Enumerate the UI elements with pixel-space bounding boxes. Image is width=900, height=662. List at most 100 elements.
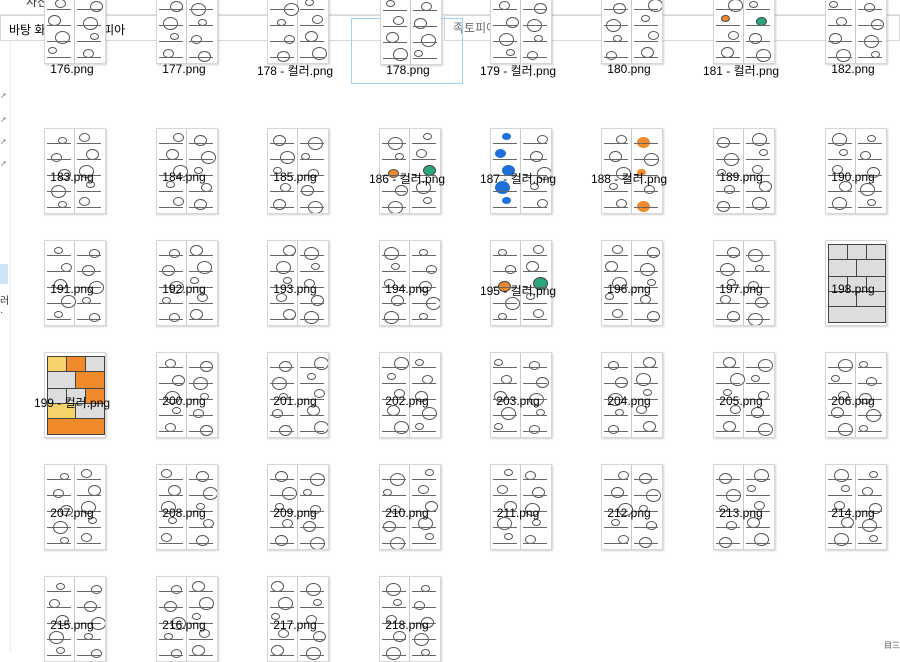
file-item[interactable]: 196.png <box>573 196 685 326</box>
file-item[interactable]: 188 - 컬러.png <box>573 84 685 214</box>
file-item[interactable]: 197.png <box>685 196 797 326</box>
file-item[interactable]: 202.png <box>351 308 463 438</box>
file-item[interactable]: 206.png <box>797 308 900 438</box>
speech-bubble <box>91 585 102 594</box>
panel-line <box>828 191 852 192</box>
speech-bubble <box>414 50 423 57</box>
panel-line <box>300 303 324 304</box>
left-page <box>268 0 299 63</box>
file-item[interactable]: 195 - 컬러.png <box>462 196 574 326</box>
speech-bubble <box>648 0 662 12</box>
file-item[interactable]: 208.png <box>128 420 240 550</box>
file-name: 186 - 컬러.png <box>368 172 446 186</box>
file-name: 178.png <box>386 63 430 77</box>
file-item[interactable]: 217.png <box>239 532 351 662</box>
nav-item-selected[interactable] <box>0 264 8 284</box>
pin-icon[interactable]: ➚ <box>0 160 8 168</box>
file-item[interactable]: 218.png <box>351 532 463 662</box>
panel-line <box>523 271 547 272</box>
thumbnail-image <box>713 0 775 64</box>
speech-bubble <box>416 149 427 158</box>
file-name: 205.png <box>719 394 763 408</box>
file-item[interactable]: 200.png <box>128 308 240 438</box>
file-name: 209.png <box>273 506 317 520</box>
panel-line <box>159 591 183 592</box>
navigation-pane[interactable]: ➚ ➚ ➚ ➚ 러· <box>0 42 11 652</box>
file-item[interactable]: 183.png <box>16 84 128 214</box>
file-item[interactable]: 215.png <box>16 532 128 662</box>
file-item[interactable]: 178 - 컬러.png <box>239 0 351 84</box>
panel-line <box>493 25 517 26</box>
file-item[interactable]: 180.png <box>573 0 685 84</box>
panel-line <box>159 271 183 272</box>
panel-line <box>604 143 628 144</box>
file-item[interactable]: 191.png <box>16 196 128 326</box>
speech-bubble <box>612 245 623 254</box>
panel-line <box>716 159 740 160</box>
speech-bubble <box>497 485 508 494</box>
speech-bubble <box>747 485 756 492</box>
file-item[interactable]: 207.png <box>16 420 128 550</box>
file-item[interactable]: 211.png <box>462 420 574 550</box>
panel-line <box>47 57 71 58</box>
panel-line <box>604 191 628 192</box>
speech-bubble <box>641 15 650 22</box>
panel-line <box>716 271 740 272</box>
panel-line <box>77 591 101 592</box>
file-item[interactable]: 181 - 컬러.png <box>685 0 797 84</box>
speech-bubble <box>640 263 655 276</box>
speech-bubble <box>611 519 620 526</box>
speech-bubble <box>171 585 182 594</box>
file-item[interactable]: 216.png <box>128 532 240 662</box>
file-item[interactable]: 176.png <box>16 0 128 84</box>
file-item[interactable]: 192.png <box>128 196 240 326</box>
panel-line <box>47 255 71 256</box>
file-item[interactable]: 201.png <box>239 308 351 438</box>
nav-item-fragment[interactable]: 러· <box>0 292 10 318</box>
panel-line <box>382 159 406 160</box>
file-item[interactable]: 178.png <box>351 0 463 84</box>
panel-line <box>604 383 628 384</box>
pin-icon[interactable]: ➚ <box>0 138 8 146</box>
view-toggle-icon[interactable]: 目三 <box>884 640 900 651</box>
panel-line <box>523 415 547 416</box>
file-item[interactable]: 210.png <box>351 420 463 550</box>
file-grid[interactable]: 176.png 177.png 178 - 컬러.png 178.png 179 - 컬… <box>12 0 900 662</box>
panel-line <box>746 143 770 144</box>
file-item[interactable]: 214.png <box>797 420 900 550</box>
file-item[interactable]: 177.png <box>128 0 240 84</box>
file-item[interactable]: 190.png <box>797 84 900 214</box>
speech-bubble <box>527 51 538 60</box>
file-item[interactable]: 179 - 컬러.png <box>462 0 574 84</box>
panel-line <box>77 191 101 192</box>
file-item[interactable]: 212.png <box>573 420 685 550</box>
pin-icon[interactable]: ➚ <box>0 116 8 124</box>
file-item[interactable]: 193.png <box>239 196 351 326</box>
file-item[interactable]: 198.png <box>797 196 900 326</box>
panel-line <box>858 367 882 368</box>
file-item[interactable]: 182.png <box>797 0 900 84</box>
file-item[interactable]: 184.png <box>128 84 240 214</box>
file-item[interactable]: 199 - 컬러.png <box>16 308 128 438</box>
file-item[interactable]: 194.png <box>351 196 463 326</box>
panel-line <box>270 383 294 384</box>
panel-line <box>189 57 213 58</box>
panel-line <box>382 383 406 384</box>
file-item[interactable]: 213.png <box>685 420 797 550</box>
file-name: 214.png <box>831 506 875 520</box>
file-item[interactable]: 187 - 컬러.png <box>462 84 574 214</box>
file-item[interactable]: 185.png <box>239 84 351 214</box>
pin-icon[interactable]: ➚ <box>0 92 8 100</box>
file-item[interactable]: 189.png <box>685 84 797 214</box>
speech-bubble <box>163 17 178 30</box>
speech-bubble <box>90 1 103 12</box>
file-item[interactable]: 186 - 컬러.png <box>351 84 463 214</box>
file-item[interactable]: 203.png <box>462 308 574 438</box>
file-item[interactable]: 209.png <box>239 420 351 550</box>
speech-bubble <box>425 469 434 476</box>
panel-line <box>47 607 71 608</box>
panel-line <box>47 25 71 26</box>
speech-bubble <box>311 263 320 270</box>
file-item[interactable]: 204.png <box>573 308 685 438</box>
file-item[interactable]: 205.png <box>685 308 797 438</box>
